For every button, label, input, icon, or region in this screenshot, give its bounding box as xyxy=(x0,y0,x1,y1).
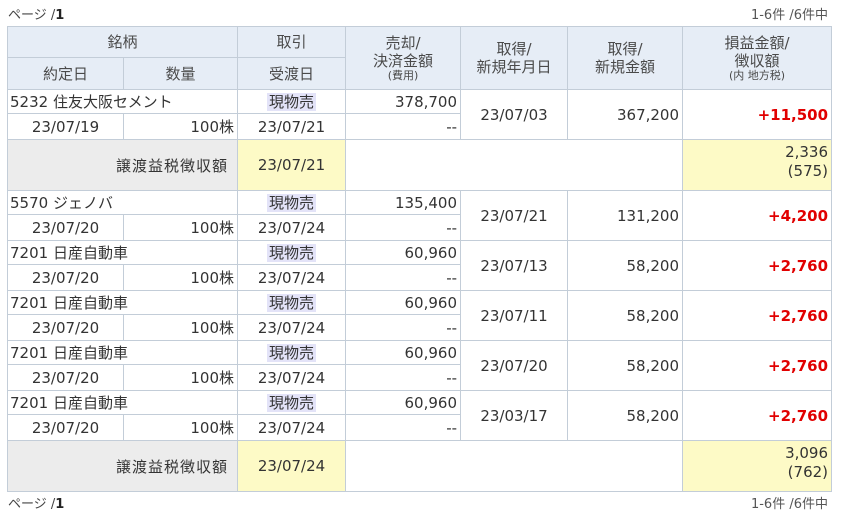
delivery-date: 23/07/24 xyxy=(237,264,347,291)
tax-label: 譲渡益税徴収額 xyxy=(6,440,239,492)
trade-type: 現物売 xyxy=(267,93,317,111)
header-trade: 取引 xyxy=(237,26,347,58)
profit-loss: +2,760 xyxy=(682,390,833,441)
quantity: 100株 xyxy=(122,364,239,391)
fee: -- xyxy=(345,364,462,391)
acq-amount: 58,200 xyxy=(567,340,684,391)
quantity: 100株 xyxy=(122,214,239,241)
tax-date: 23/07/24 xyxy=(237,440,347,492)
contract-date: 23/07/20 xyxy=(7,314,124,341)
acq-amount: 58,200 xyxy=(567,390,684,441)
stock-name[interactable]: 5570 ジェノバ xyxy=(6,190,239,215)
acq-date: 23/03/17 xyxy=(460,390,569,441)
header-contract-date: 約定日 xyxy=(7,57,124,90)
tax-label: 譲渡益税徴収額 xyxy=(6,139,239,191)
acq-date: 23/07/11 xyxy=(460,290,569,341)
quantity: 100株 xyxy=(122,414,239,441)
header-brand: 銘柄 xyxy=(6,26,239,58)
table-row: 5232 住友大阪セメント 現物売 378,700 23/07/03 367,2… xyxy=(6,89,833,140)
pager-top: ページ /1 1-6件 /6件中 xyxy=(0,2,842,23)
sell-amount: 60,960 xyxy=(345,390,462,415)
profit-loss: +2,760 xyxy=(682,240,833,291)
trade-history-table: 銘柄 取引 売却/決済金額 (費用) 取得/新規年月日 取得/新規金額 損益金額/… xyxy=(6,26,833,492)
table-row: 7201 日産自動車 現物売 60,960 23/07/20 58,200 +2… xyxy=(6,340,833,391)
acq-amount: 58,200 xyxy=(567,240,684,291)
acq-amount: 367,200 xyxy=(567,89,684,140)
stock-name[interactable]: 7201 日産自動車 xyxy=(6,390,239,415)
trade-type: 現物売 xyxy=(267,294,317,312)
stock-name[interactable]: 7201 日産自動車 xyxy=(6,240,239,265)
delivery-date: 23/07/24 xyxy=(237,364,347,391)
tax-date: 23/07/21 xyxy=(237,139,347,191)
delivery-date: 23/07/24 xyxy=(237,214,347,241)
quantity: 100株 xyxy=(122,113,239,140)
profit-loss: +2,760 xyxy=(682,340,833,391)
table-row: 7201 日産自動車 現物売 60,960 23/07/13 58,200 +2… xyxy=(6,240,833,291)
trade-type: 現物売 xyxy=(267,244,317,262)
fee: -- xyxy=(345,264,462,291)
acq-date: 23/07/03 xyxy=(460,89,569,140)
tax-amount: 3,096 (762) xyxy=(682,440,833,492)
acq-amount: 58,200 xyxy=(567,290,684,341)
fee: -- xyxy=(345,314,462,341)
delivery-date: 23/07/24 xyxy=(237,314,347,341)
delivery-date: 23/07/21 xyxy=(237,113,347,140)
table-row: 7201 日産自動車 現物売 60,960 23/03/17 58,200 +2… xyxy=(6,390,833,441)
sell-amount: 60,960 xyxy=(345,340,462,365)
trade-type: 現物売 xyxy=(267,394,317,412)
acq-date: 23/07/13 xyxy=(460,240,569,291)
stock-name[interactable]: 7201 日産自動車 xyxy=(6,340,239,365)
tax-blank xyxy=(345,440,684,492)
page-indicator: ページ /1 xyxy=(8,8,65,23)
pager-bottom: ページ /1 1-6件 /6件中 xyxy=(0,491,842,512)
trade-type: 現物売 xyxy=(267,344,317,362)
sell-amount: 60,960 xyxy=(345,290,462,315)
contract-date: 23/07/19 xyxy=(7,113,124,140)
header-acq-amount: 取得/新規金額 xyxy=(567,26,684,90)
header-profit-loss: 損益金額/徴収額 (内 地方税) xyxy=(682,26,833,90)
tax-row: 譲渡益税徴収額 23/07/24 3,096 (762) xyxy=(6,440,833,492)
page-number: 1 xyxy=(55,8,65,23)
profit-loss: +2,760 xyxy=(682,290,833,341)
tax-row: 譲渡益税徴収額 23/07/21 2,336 (575) xyxy=(6,139,833,191)
header-quantity: 数量 xyxy=(122,57,239,90)
tax-blank xyxy=(345,139,684,191)
acq-date: 23/07/21 xyxy=(460,190,569,241)
quantity: 100株 xyxy=(122,264,239,291)
fee: -- xyxy=(345,113,462,140)
quantity: 100株 xyxy=(122,314,239,341)
page-number: 1 xyxy=(55,497,65,512)
profit-loss: +11,500 xyxy=(682,89,833,140)
result-count: 1-6件 /6件中 xyxy=(750,8,828,23)
header-acq-date: 取得/新規年月日 xyxy=(460,26,569,90)
profit-loss: +4,200 xyxy=(682,190,833,241)
acq-amount: 131,200 xyxy=(567,190,684,241)
header-delivery-date: 受渡日 xyxy=(237,57,347,90)
tax-local: (575) xyxy=(787,162,829,180)
header-sell-amount: 売却/決済金額 (費用) xyxy=(345,26,462,90)
tax-local: (762) xyxy=(787,463,829,481)
contract-date: 23/07/20 xyxy=(7,364,124,391)
tax-amount: 2,336 (575) xyxy=(682,139,833,191)
page-indicator: ページ /1 xyxy=(8,497,65,512)
trade-type: 現物売 xyxy=(267,194,317,212)
sell-amount: 60,960 xyxy=(345,240,462,265)
stock-name[interactable]: 5232 住友大阪セメント xyxy=(6,89,239,114)
fee: -- xyxy=(345,414,462,441)
delivery-date: 23/07/24 xyxy=(237,414,347,441)
contract-date: 23/07/20 xyxy=(7,414,124,441)
sell-amount: 378,700 xyxy=(345,89,462,114)
fee: -- xyxy=(345,214,462,241)
stock-name[interactable]: 7201 日産自動車 xyxy=(6,290,239,315)
table-row: 5570 ジェノバ 現物売 135,400 23/07/21 131,200 +… xyxy=(6,190,833,241)
result-count: 1-6件 /6件中 xyxy=(750,497,828,512)
acq-date: 23/07/20 xyxy=(460,340,569,391)
sell-amount: 135,400 xyxy=(345,190,462,215)
contract-date: 23/07/20 xyxy=(7,214,124,241)
table-row: 7201 日産自動車 現物売 60,960 23/07/11 58,200 +2… xyxy=(6,290,833,341)
contract-date: 23/07/20 xyxy=(7,264,124,291)
